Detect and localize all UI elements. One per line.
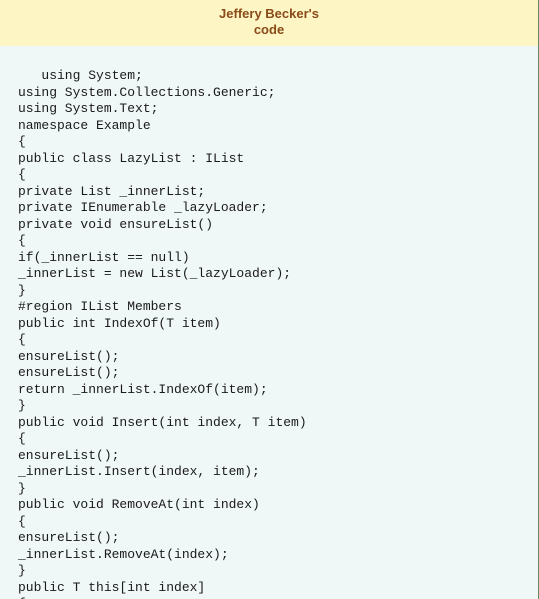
- page: Jeffery Becker's code using System; usin…: [0, 0, 539, 599]
- title-line-1: Jeffery Becker's: [219, 6, 319, 22]
- code-listing: using System; using System.Collections.G…: [0, 46, 538, 599]
- header-band: Jeffery Becker's code: [0, 0, 538, 46]
- title-block: Jeffery Becker's code: [219, 6, 319, 38]
- title-line-2: code: [219, 22, 319, 38]
